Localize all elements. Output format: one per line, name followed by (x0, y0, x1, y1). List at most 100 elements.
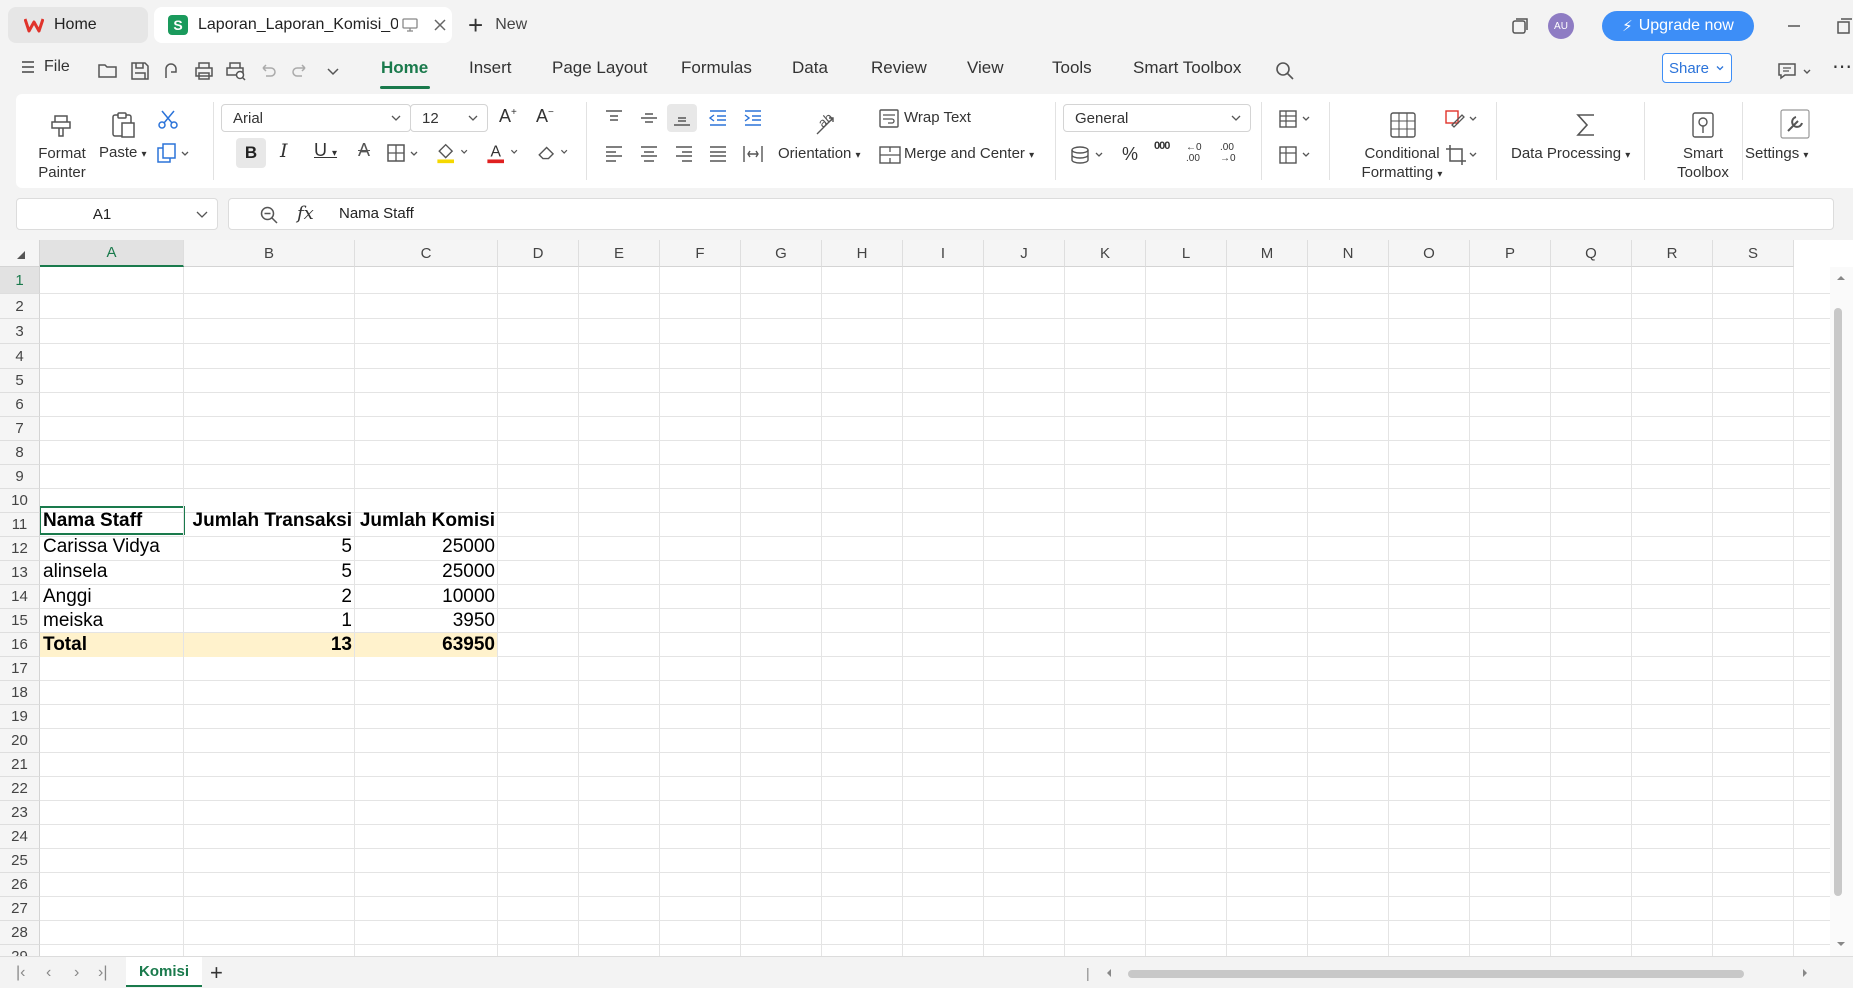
more-options-icon[interactable]: ⋯ (1832, 54, 1852, 79)
row-header-1[interactable]: 1 (0, 267, 40, 294)
upgrade-button[interactable]: ⚡ Upgrade now (1602, 11, 1754, 41)
tab-formulas[interactable]: Formulas (681, 58, 752, 78)
cell-a5[interactable]: meiska (40, 609, 184, 633)
column-header-m[interactable]: M (1227, 240, 1308, 267)
avatar[interactable]: AU (1548, 13, 1574, 39)
select-all-corner[interactable] (0, 240, 40, 267)
align-top-icon[interactable] (602, 106, 626, 130)
export-pdf-icon[interactable] (161, 60, 183, 82)
print-preview-icon[interactable] (225, 60, 247, 82)
spreadsheet-grid[interactable]: Nama Staff Jumlah Transaksi Jumlah Komis… (0, 240, 1853, 956)
align-center-icon[interactable] (637, 142, 661, 166)
cell-style-icon[interactable] (1278, 143, 1314, 167)
column-header-r[interactable]: R (1632, 240, 1713, 267)
clear-format-icon[interactable] (534, 141, 574, 165)
strikethrough-button[interactable]: A (358, 140, 370, 161)
zoom-icon[interactable] (259, 205, 279, 225)
decrease-font-size-icon[interactable]: A− (536, 106, 554, 127)
tab-smart-toolbox[interactable]: Smart Toolbox (1133, 58, 1241, 78)
column-header-h[interactable]: H (822, 240, 903, 267)
settings-button[interactable]: Settings ▾ (1745, 145, 1808, 162)
copy-icon[interactable] (156, 142, 192, 166)
row-header-9[interactable]: 9 (0, 465, 40, 489)
smart-toolbox-icon[interactable] (1688, 110, 1718, 140)
undo-icon[interactable] (257, 60, 279, 82)
column-header-a[interactable]: A (40, 240, 184, 267)
merge-center-icon[interactable] (878, 143, 902, 167)
maximize-icon[interactable] (1836, 16, 1853, 36)
conditional-formatting-icon[interactable] (1388, 110, 1418, 140)
distributed-align-icon[interactable] (741, 142, 765, 166)
next-sheet-icon[interactable]: › (74, 964, 79, 982)
row-header-11[interactable]: 11 (0, 513, 40, 537)
row-header-8[interactable]: 8 (0, 441, 40, 465)
cell-a2[interactable]: Carissa Vidya (40, 534, 184, 559)
cell-c3[interactable]: 25000 (355, 559, 498, 584)
cell-c6[interactable]: 63950 (355, 633, 498, 657)
merge-center-button[interactable]: Merge and Center ▾ (904, 145, 1034, 162)
cell-c5[interactable]: 3950 (355, 609, 498, 633)
row-header-4[interactable]: 4 (0, 344, 40, 369)
close-icon[interactable] (432, 17, 448, 33)
window-restore-icon[interactable] (1510, 16, 1530, 36)
first-sheet-icon[interactable]: |‹ (16, 964, 25, 982)
row-header-18[interactable]: 18 (0, 681, 40, 705)
cell-b5[interactable]: 1 (184, 609, 355, 633)
column-header-s[interactable]: S (1713, 240, 1794, 267)
formula-content[interactable]: Nama Staff (339, 205, 414, 222)
sheet-tab-komisi[interactable]: Komisi (126, 957, 202, 987)
settings-icon[interactable] (1779, 108, 1811, 140)
decrease-indent-icon[interactable] (706, 106, 730, 130)
column-header-d[interactable]: D (498, 240, 579, 267)
column-header-p[interactable]: P (1470, 240, 1551, 267)
justify-icon[interactable] (706, 142, 730, 166)
font-color-icon[interactable]: A (484, 141, 524, 165)
row-header-5[interactable]: 5 (0, 369, 40, 393)
row-header-10[interactable]: 10 (0, 489, 40, 513)
row-header-12[interactable]: 12 (0, 537, 40, 561)
number-format-select[interactable]: General (1063, 104, 1251, 132)
last-sheet-icon[interactable]: ›| (98, 964, 107, 982)
decrease-decimal-icon[interactable]: .00 →0 (1220, 142, 1236, 164)
tab-tools[interactable]: Tools (1052, 58, 1092, 78)
cell-b4[interactable]: 2 (184, 584, 355, 609)
minimize-icon[interactable] (1784, 16, 1804, 36)
column-header-b[interactable]: B (184, 240, 355, 267)
cell-c1[interactable]: Jumlah Komisi (355, 507, 498, 534)
file-menu[interactable]: File (20, 58, 70, 76)
align-left-icon[interactable] (602, 142, 626, 166)
cell-b3[interactable]: 5 (184, 559, 355, 584)
column-header-n[interactable]: N (1308, 240, 1389, 267)
tab-data[interactable]: Data (792, 58, 828, 78)
column-header-j[interactable]: J (984, 240, 1065, 267)
row-header-25[interactable]: 25 (0, 849, 40, 873)
fill-color-icon[interactable] (434, 141, 474, 165)
percent-format-icon[interactable]: % (1122, 144, 1138, 165)
function-icon[interactable]: fx (297, 203, 314, 224)
tab-home[interactable]: Home (8, 7, 148, 43)
cell-a6[interactable]: Total (40, 633, 184, 657)
thousands-separator-icon[interactable]: 000 (1154, 140, 1170, 152)
scroll-right-icon[interactable] (1800, 968, 1810, 978)
name-box[interactable]: A1 (16, 198, 218, 230)
column-header-g[interactable]: G (741, 240, 822, 267)
column-header-q[interactable]: Q (1551, 240, 1632, 267)
row-header-21[interactable]: 21 (0, 753, 40, 777)
data-processing-button[interactable]: Data Processing ▾ (1511, 145, 1630, 162)
tab-page-layout[interactable]: Page Layout (552, 58, 647, 78)
row-header-19[interactable]: 19 (0, 705, 40, 729)
scroll-left-icon[interactable] (1104, 968, 1114, 978)
cell-b1[interactable]: Jumlah Transaksi (184, 507, 355, 534)
format-painter-button[interactable]: Format Painter (33, 144, 91, 182)
row-header-2[interactable]: 2 (0, 294, 40, 319)
tab-view[interactable]: View (967, 58, 1004, 78)
row-header-15[interactable]: 15 (0, 609, 40, 633)
share-button[interactable]: Share (1662, 53, 1732, 83)
tab-insert[interactable]: Insert (469, 58, 512, 78)
wrap-text-icon[interactable] (878, 107, 902, 131)
row-header-20[interactable]: 20 (0, 729, 40, 753)
cell-c2[interactable]: 25000 (355, 534, 498, 559)
font-name-select[interactable]: Arial (221, 104, 411, 132)
formula-bar[interactable]: fx Nama Staff (228, 198, 1834, 230)
column-header-i[interactable]: I (903, 240, 984, 267)
